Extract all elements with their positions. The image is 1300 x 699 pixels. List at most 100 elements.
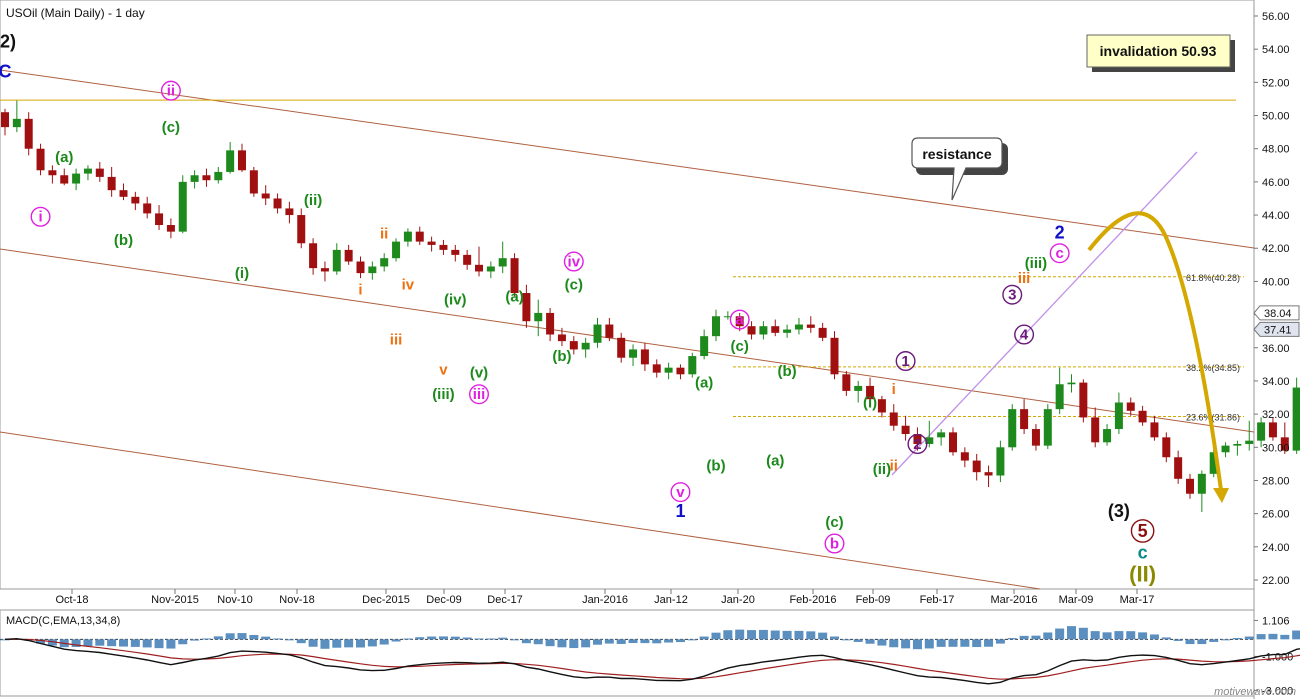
date-tick-label: Dec-2015 <box>362 594 410 606</box>
candle-body <box>605 324 614 338</box>
wave-label: (i) <box>235 265 249 282</box>
price-tick-label: 46.00 <box>1262 177 1290 189</box>
macd-histogram-bar <box>95 639 105 646</box>
macd-histogram-bar <box>901 639 911 649</box>
candle-body <box>1043 409 1052 446</box>
macd-histogram-bar <box>1149 634 1159 640</box>
candle-body <box>48 170 57 176</box>
macd-histogram-bar <box>178 639 188 645</box>
wave-label: (ii) <box>304 192 322 209</box>
candle-body <box>581 342 590 350</box>
date-tick-label: Dec-17 <box>487 594 522 606</box>
candle-body <box>1055 384 1064 410</box>
wave-label: b <box>830 535 839 552</box>
candle-body <box>937 432 946 438</box>
price-tick-label: 50.00 <box>1262 111 1290 123</box>
wave-label: 2 <box>913 436 921 453</box>
candle-body <box>403 231 412 242</box>
candle-body <box>1008 409 1017 448</box>
macd-histogram-bar <box>1232 638 1242 640</box>
candle-body <box>427 241 436 245</box>
candle-body <box>285 208 294 216</box>
wave-label: (c) <box>731 338 749 355</box>
macd-histogram-bar <box>498 637 508 640</box>
wave-label: (2) <box>0 32 16 52</box>
candle-body <box>842 374 851 391</box>
candle-body <box>664 367 673 373</box>
price-axis: 56.00 54.00 52.00 50.00 48.00 46.00 44.00 42.00… <box>1253 11 1300 587</box>
candle-body <box>166 225 175 232</box>
macd-histogram-bar <box>877 639 887 646</box>
macd-histogram-bar <box>1114 631 1124 640</box>
macd-histogram-bar <box>1209 639 1219 642</box>
macd-histogram-bar <box>758 629 768 640</box>
macd-histogram-bar <box>521 639 531 644</box>
macd-histogram-bar <box>735 629 745 640</box>
chart: 61.8%(40.28) 38.2%(34.85) 23.6%(31.86) (2)… <box>0 0 1300 699</box>
macd-histogram-bar <box>142 639 152 648</box>
macd-histogram-bar <box>130 639 140 647</box>
candle-body <box>1150 422 1159 438</box>
candle-body <box>249 170 258 194</box>
macd-histogram-bar <box>356 639 365 648</box>
candle-body <box>238 150 246 171</box>
price-tick-label: 26.00 <box>1262 509 1290 521</box>
candle-body <box>190 175 199 182</box>
candle-body <box>392 241 401 259</box>
candle-body <box>1067 382 1076 385</box>
candle-body <box>214 171 223 181</box>
candle-body <box>818 327 827 338</box>
macd-histogram-bar <box>699 636 709 640</box>
candle-body <box>806 324 815 328</box>
candle-body <box>1174 457 1183 479</box>
macd-histogram-bar <box>166 639 176 649</box>
candle-body <box>119 190 128 197</box>
macd-histogram-bar <box>201 638 211 640</box>
macd-histogram-bar <box>593 639 602 645</box>
candle-body <box>1020 409 1029 430</box>
last-price-label: 37.41 <box>1264 324 1292 336</box>
wave-label: 2 <box>1055 222 1065 242</box>
candle-body <box>1268 422 1277 438</box>
candle-body <box>1138 410 1147 423</box>
macd-histogram-bar <box>960 639 970 647</box>
wave-label: C <box>0 61 12 81</box>
wave-label: i <box>38 209 42 226</box>
candle-body <box>557 334 566 342</box>
date-axis: Oct-18 Nov-2015 Nov-10 Nov-18 Dec-2015 Dec-09… <box>55 589 1154 606</box>
candle-body <box>498 258 507 267</box>
price-tick-label: 44.00 <box>1262 210 1290 222</box>
candle-body <box>226 150 235 172</box>
macd-histogram-bar <box>806 631 816 640</box>
price-tick-label: 56.00 <box>1262 11 1290 23</box>
price-tick-label: 30.00 <box>1262 442 1290 454</box>
date-tick-label: Nov-18 <box>279 594 314 606</box>
wave-label: (b) <box>552 348 571 365</box>
macd-histogram-bar <box>912 639 922 650</box>
candle-body <box>439 244 448 250</box>
candle-body <box>759 326 768 335</box>
candle-body <box>593 324 602 343</box>
price-tick-label: 42.00 <box>1262 243 1290 255</box>
wave-label: (b) <box>706 458 725 475</box>
price-tick-label: 28.00 <box>1262 475 1290 487</box>
macd-histogram-bar <box>1256 634 1266 640</box>
wave-label: iv <box>402 277 415 294</box>
wave-label: (a) <box>505 288 523 305</box>
macd-histogram-bar <box>948 639 958 647</box>
macd-histogram-bar <box>1292 630 1300 640</box>
candle-body <box>131 196 140 204</box>
wave-label: (a) <box>766 453 784 470</box>
candle-body <box>380 258 389 267</box>
date-tick-label: Feb-09 <box>856 594 891 606</box>
date-tick-label: Dec-09 <box>426 594 461 606</box>
wave-label: (i) <box>863 394 877 411</box>
candle-body <box>996 447 1005 476</box>
wave-label: 5 <box>1138 521 1148 541</box>
wave-label: 1 <box>901 353 909 370</box>
price-tick-label: 24.00 <box>1262 542 1290 554</box>
candle-body <box>1 112 9 128</box>
macd-histogram-bar <box>557 639 567 648</box>
fib-label: 61.8%(40.28) <box>1186 273 1240 283</box>
macd-histogram-bar <box>261 636 271 640</box>
